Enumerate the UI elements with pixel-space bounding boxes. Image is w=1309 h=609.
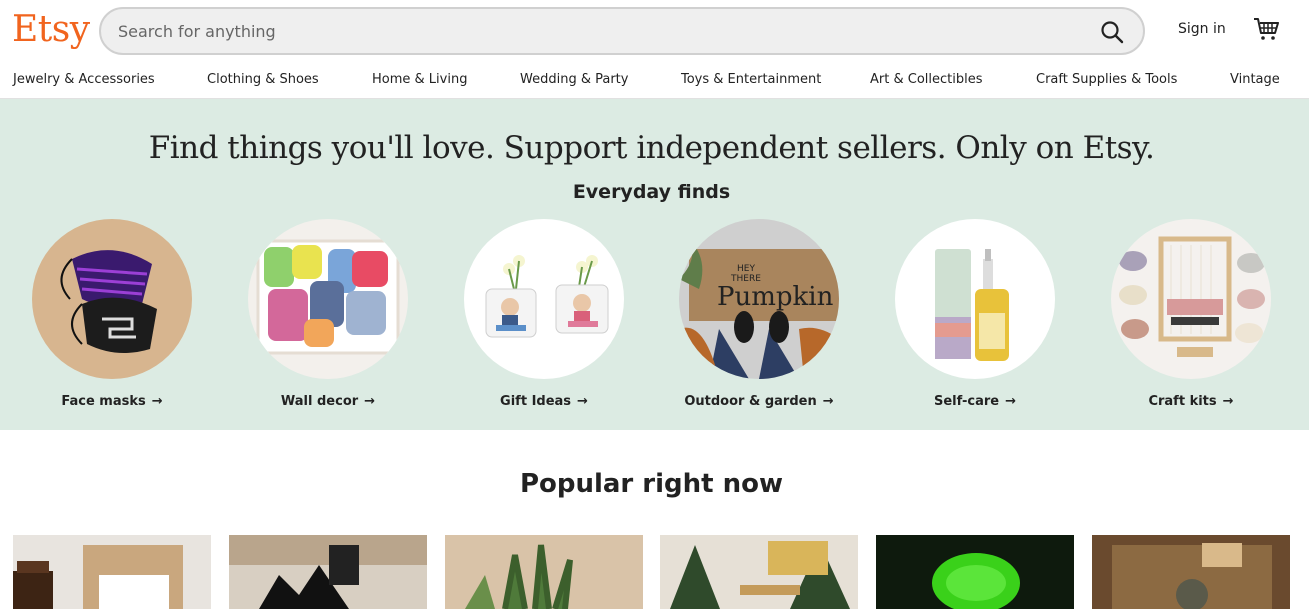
arrow-right-icon: → [822, 394, 834, 409]
category-home-living[interactable]: Home & Living [372, 72, 467, 87]
arrow-right-icon: → [151, 394, 163, 409]
craft-kits-label: Craft kits → [1148, 394, 1234, 409]
craft-kits-image [1111, 219, 1271, 379]
category-jewelry-accessories[interactable]: Jewelry & Accessories [13, 72, 155, 87]
find-outdoor-garden[interactable]: HEY THERE Pumpkin Outdoor & garden → [679, 219, 839, 419]
category-art-collectibles[interactable]: Art & Collectibles [870, 72, 982, 87]
gift-ideas-image [464, 219, 624, 379]
find-gift-ideas[interactable]: Gift Ideas → [464, 219, 624, 419]
wall-decor-image [248, 219, 408, 379]
category-toys-entertainment[interactable]: Toys & Entertainment [681, 72, 821, 87]
search-input[interactable] [118, 9, 1078, 53]
header: Etsy Sign in [0, 0, 1309, 62]
wall-decor-label: Wall decor → [280, 394, 376, 409]
cart-icon[interactable] [1253, 17, 1279, 41]
sign-in-link[interactable]: Sign in [1178, 21, 1226, 37]
arrow-right-icon: → [1005, 394, 1017, 409]
category-wedding-party[interactable]: Wedding & Party [520, 72, 628, 87]
category-vintage[interactable]: Vintage [1230, 72, 1280, 87]
self-care-label: Self-care → [933, 394, 1017, 409]
outdoor-garden-label: Outdoor & garden → [684, 394, 834, 409]
self-care-image [895, 219, 1055, 379]
popular-product-card[interactable] [445, 535, 643, 609]
gift-ideas-label: Gift Ideas → [500, 394, 588, 409]
find-craft-kits[interactable]: Craft kits → [1111, 219, 1271, 419]
etsy-logo[interactable]: Etsy [12, 8, 90, 52]
arrow-right-icon: → [364, 394, 376, 409]
popular-product-card[interactable] [1092, 535, 1290, 609]
svg-text:Pumpkin: Pumpkin [717, 282, 834, 312]
search-icon[interactable] [1099, 19, 1125, 45]
hero-title: Find things you'll love. Support indepen… [148, 130, 1155, 166]
popular-heading: Popular right now [519, 469, 784, 499]
everyday-finds-heading: Everyday finds [572, 181, 731, 203]
svg-text:HEY: HEY [737, 264, 755, 274]
arrow-right-icon: → [1222, 394, 1234, 409]
category-clothing-shoes[interactable]: Clothing & Shoes [207, 72, 319, 87]
category-craft-supplies-tools[interactable]: Craft Supplies & Tools [1036, 72, 1177, 87]
popular-product-card[interactable] [876, 535, 1074, 609]
popular-product-card[interactable] [660, 535, 858, 609]
outdoor-garden-image: HEY THERE Pumpkin [679, 219, 839, 379]
face-masks-label: Face masks → [61, 394, 163, 409]
category-nav: Jewelry & Accessories Clothing & Shoes H… [0, 62, 1309, 99]
find-face-masks[interactable]: Face masks → [32, 219, 192, 419]
arrow-right-icon: → [577, 394, 588, 409]
find-wall-decor[interactable]: Wall decor → [248, 219, 408, 419]
face-masks-image [32, 219, 192, 379]
hero-banner: Find things you'll love. Support indepen… [0, 99, 1309, 430]
popular-product-card[interactable] [229, 535, 427, 609]
find-self-care[interactable]: Self-care → [895, 219, 1055, 419]
search-bar [99, 7, 1145, 55]
popular-product-card[interactable] [13, 535, 211, 609]
